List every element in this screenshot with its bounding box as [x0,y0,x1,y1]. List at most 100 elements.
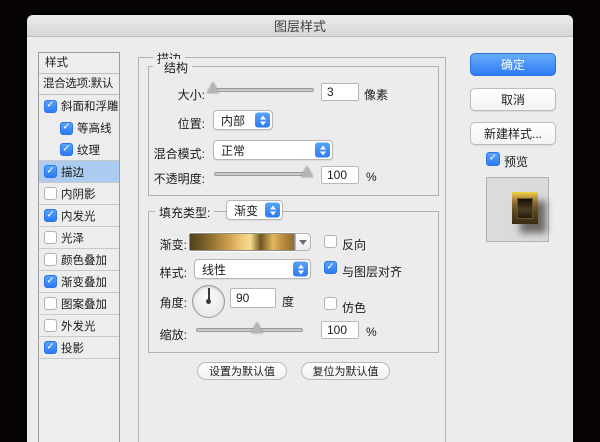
chevron-down-icon [299,239,307,245]
checkbox-icon[interactable] [44,187,57,200]
sidebar-item-outer-glow[interactable]: 外发光 [39,315,119,337]
align-layer-label: 与图层对齐 [342,265,403,279]
position-value: 内部 [221,113,246,128]
scale-slider[interactable] [196,322,303,338]
checkbox-icon[interactable] [60,143,73,156]
checkbox-icon[interactable] [44,341,57,354]
sidebar-item-label: 投影 [61,342,84,355]
styles-sidebar: 样式 混合选项:默认 斜面和浮雕等高线纹理描边内阴影内发光光泽颜色叠加渐变叠加图… [38,52,120,442]
sidebar-item-gradient-overlay[interactable]: 渐变叠加 [39,271,119,293]
size-slider-track[interactable] [209,88,314,92]
sidebar-item-label: 颜色叠加 [61,254,107,267]
stepper-icon[interactable] [315,142,330,158]
stepper-icon[interactable] [265,202,280,218]
gradient-label: 渐变: [159,238,187,252]
blend-mode-dropdown[interactable]: 正常 [213,140,333,160]
sidebar-item-color-overlay[interactable]: 颜色叠加 [39,249,119,271]
scale-input[interactable]: 100 [321,321,359,339]
sidebar-item-contour[interactable]: 等高线 [39,117,119,139]
gradient-style-dropdown[interactable]: 线性 [194,259,311,279]
sidebar-item-satin[interactable]: 光泽 [39,227,119,249]
checkbox-icon[interactable] [44,231,57,244]
sidebar-item-label: 纹理 [77,144,100,157]
checkbox-icon[interactable] [44,275,57,288]
align-layer-checkbox[interactable] [324,261,337,274]
style-label: 样式: [159,266,187,280]
preview-checkbox[interactable] [486,152,500,166]
checkbox-icon[interactable] [44,209,57,222]
sidebar-item-label: 等高线 [77,123,112,135]
sidebar-item-bevel-emboss[interactable]: 斜面和浮雕 [39,95,119,117]
checkbox-icon[interactable] [44,297,57,310]
sidebar-item-stroke[interactable]: 描边 [39,161,119,183]
checkbox-icon[interactable] [44,253,57,266]
angle-input[interactable]: 90 [230,288,276,308]
angle-hub-icon [206,299,211,304]
structure-legend: 结构 [160,59,193,76]
opacity-slider-thumb[interactable] [301,166,314,177]
opacity-slider[interactable] [214,166,314,182]
position-label: 位置: [177,117,205,131]
blend-mode-value: 正常 [221,143,246,158]
fill-type-value: 渐变 [234,203,259,218]
opacity-slider-track[interactable] [214,172,311,176]
dither-checkbox[interactable] [324,297,337,310]
sidebar-header-styles: 样式 [39,53,119,74]
sidebar-item-inner-shadow[interactable]: 内阴影 [39,183,119,205]
sidebar-item-drop-shadow[interactable]: 投影 [39,337,119,359]
sidebar-item-label: 光泽 [61,232,84,245]
cancel-button[interactable]: 取消 [470,88,556,111]
fill-type-dropdown[interactable]: 渐变 [226,200,283,220]
angle-label: 角度: [159,296,187,310]
sidebar-item-label: 斜面和浮雕 [61,101,119,113]
sidebar-item-inner-glow[interactable]: 内发光 [39,205,119,227]
preview-thumbnail [486,177,549,242]
opacity-unit: % [366,170,377,184]
ok-button[interactable]: 确定 [470,53,556,76]
checkbox-icon[interactable] [44,99,57,113]
blend-mode-label: 混合模式: [153,147,205,161]
reset-default-button[interactable]: 复位为默认值 [301,362,390,380]
gradient-swatch[interactable] [189,233,295,251]
position-dropdown[interactable]: 内部 [213,110,273,130]
scale-unit: % [366,325,377,339]
preview-gold-square [512,192,538,224]
sidebar-item-label: 描边 [61,166,84,179]
preview-label: 预览 [504,155,529,169]
checkbox-icon[interactable] [60,121,73,135]
sidebar-item-blending-options[interactable]: 混合选项:默认 [39,74,119,95]
dither-label: 仿色 [342,301,367,315]
angle-unit: 度 [282,295,295,309]
dialog-title: 图层样式 [273,19,326,34]
sidebar-style-list: 斜面和浮雕等高线纹理描边内阴影内发光光泽颜色叠加渐变叠加图案叠加外发光投影 [39,95,119,359]
sidebar-item-label: 内发光 [61,210,96,223]
dialog-titlebar[interactable]: 图层样式 [27,15,573,37]
sidebar-item-label: 外发光 [61,320,96,333]
reverse-label: 反向 [342,238,367,252]
scale-label: 缩放: [159,328,187,342]
checkbox-icon[interactable] [44,165,57,178]
angle-dial[interactable] [192,285,225,318]
stepper-icon[interactable] [255,112,270,128]
sidebar-item-label: 内阴影 [61,188,96,201]
stroke-panel: 描边 结构 大小: 3 像素 位置: 内部 混合模式: 正常 不透明度: 100… [138,50,446,442]
size-unit: 像素 [364,88,389,102]
gradient-style-value: 线性 [202,262,227,277]
size-input[interactable]: 3 [321,83,359,101]
fill-type-label: 填充类型: [155,204,215,221]
sidebar-item-texture[interactable]: 纹理 [39,139,119,161]
gradient-picker-arrow[interactable] [295,233,311,251]
checkbox-icon[interactable] [44,319,57,332]
sidebar-item-label: 图案叠加 [61,298,107,311]
size-slider[interactable] [207,82,314,98]
size-slider-thumb[interactable] [207,82,220,93]
opacity-input[interactable]: 100 [321,166,359,184]
new-style-button[interactable]: 新建样式... [470,122,556,145]
stepper-icon[interactable] [293,261,308,277]
sidebar-item-pattern-overlay[interactable]: 图案叠加 [39,293,119,315]
set-default-button[interactable]: 设置为默认值 [197,362,287,380]
scale-slider-thumb[interactable] [250,322,263,333]
size-label: 大小: [177,88,205,102]
scale-slider-track[interactable] [196,328,303,332]
reverse-checkbox[interactable] [324,235,337,248]
